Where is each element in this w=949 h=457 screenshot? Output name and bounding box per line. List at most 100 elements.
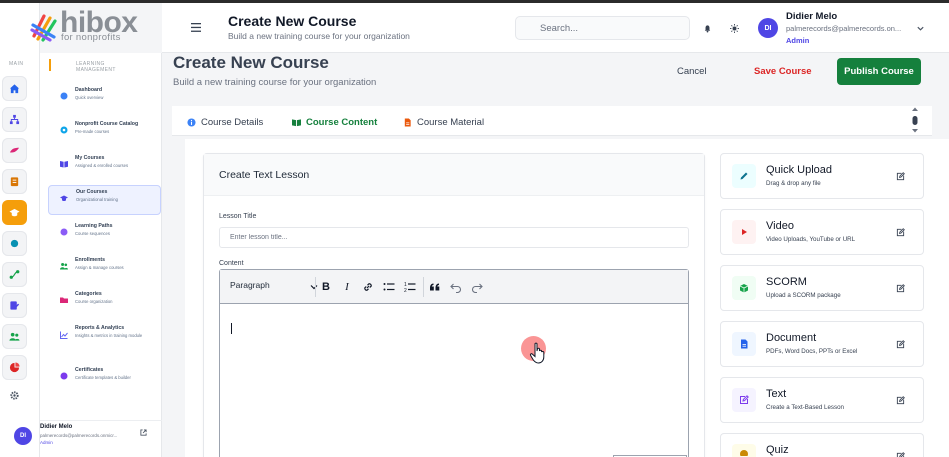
edit-icon[interactable]	[896, 340, 905, 349]
content-type-video[interactable]: Video Video Uploads, YouTube or URL	[720, 209, 924, 255]
content-type-title: Video	[766, 220, 794, 232]
rail-fundraising-button[interactable]	[2, 138, 27, 163]
rail-people-button[interactable]	[2, 324, 27, 349]
tab-course-material[interactable]: Course Material	[403, 114, 484, 130]
info-icon	[187, 117, 196, 127]
sidebar-item-certificates[interactable]: Certificates Certificate templates & bui…	[48, 363, 161, 393]
external-link-icon[interactable]	[140, 429, 147, 436]
content-type-scorm[interactable]: SCORM Upload a SCORM package	[720, 265, 924, 311]
rail-forms-button[interactable]	[2, 293, 27, 318]
block-format-select[interactable]: Paragraph	[230, 280, 318, 294]
gear-icon	[10, 391, 19, 400]
header-title: Create New Course	[228, 13, 357, 29]
content-type-subtitle: PDFs, Word Docs, PPTs or Excel	[766, 348, 858, 355]
redo-icon[interactable]	[471, 281, 483, 293]
clipboard-icon	[10, 177, 19, 187]
tab-course-details[interactable]: Course Details	[187, 114, 263, 130]
toolbar-divider	[423, 277, 424, 297]
undo-icon[interactable]	[450, 281, 462, 293]
content-type-title: Document	[766, 332, 817, 344]
edit-icon[interactable]	[896, 228, 905, 237]
sidebar-item-subtitle: Pre-made courses	[75, 129, 110, 134]
sidebar-item-title: Dashboard	[75, 87, 103, 93]
content-type-quick-upload[interactable]: Quick Upload Drag & drop any file	[720, 153, 924, 199]
sidebar-item-my-courses[interactable]: My Courses Assigned & enrolled courses	[48, 151, 161, 181]
block-format-value: Paragraph	[230, 280, 270, 290]
rail-docs-button[interactable]	[2, 169, 27, 194]
document-icon	[404, 117, 411, 127]
content-type-quiz[interactable]: Quiz	[720, 433, 924, 457]
sidebar-section-label: LEARNING MANAGEMENT	[76, 61, 116, 73]
lesson-title-label: Lesson Title	[219, 213, 257, 220]
sidebar-item-our-courses[interactable]: Our Courses Organizational training	[48, 185, 161, 215]
sidebar-item-subtitle: Assigned & enrolled courses	[75, 163, 129, 168]
tab-scroll-control[interactable]	[909, 106, 921, 136]
header-user-email: palmerecords@palmerecords.on...	[786, 24, 902, 33]
lesson-title-input[interactable]	[219, 227, 689, 248]
rail-analytics-button[interactable]	[2, 355, 27, 380]
users-icon	[9, 332, 20, 341]
sidebar-item-categories[interactable]: Categories Course organization	[48, 287, 161, 317]
link-icon[interactable]	[362, 281, 374, 293]
main-content: Create New Course Build a new training c…	[162, 53, 949, 457]
header-avatar[interactable]: DI	[758, 18, 778, 38]
content-type-title: Quiz	[766, 444, 789, 456]
toolbar-divider	[315, 277, 316, 297]
italic-icon[interactable]: I	[341, 281, 353, 293]
rail-home-button[interactable]	[2, 76, 27, 101]
sidebar-user-card[interactable]: DI Didier Melo palmerecords@palmerecords…	[14, 420, 162, 457]
form-edit-icon	[10, 301, 20, 310]
rail-org-button[interactable]	[2, 107, 27, 132]
graduation-cap-icon	[60, 195, 68, 202]
blockquote-icon[interactable]	[429, 281, 441, 293]
text-lesson-panel: Create Text Lesson Lesson Title Content …	[203, 153, 705, 457]
sidebar-item-learning-paths[interactable]: Learning Paths Course sequences	[48, 219, 161, 249]
sidebar-item-subtitle: Organizational training	[76, 197, 118, 202]
content-type-text[interactable]: Text Create a Text-Based Lesson	[720, 377, 924, 423]
rail-events-button[interactable]	[2, 231, 27, 256]
sidebar-item-reports[interactable]: Reports & Analytics Insights & metrics i…	[48, 321, 161, 357]
tab-label: Course Content	[306, 116, 378, 128]
rail-settings-button[interactable]	[2, 383, 27, 408]
edit-icon[interactable]	[896, 284, 905, 293]
book-icon	[60, 161, 68, 168]
cancel-button[interactable]: Cancel	[677, 63, 707, 80]
brand-logo[interactable]: hibox for nonprofits	[30, 6, 140, 44]
sidebar-item-title: My Courses	[75, 155, 105, 161]
pie-chart-icon	[9, 362, 20, 373]
rail-workflow-button[interactable]	[2, 262, 27, 287]
rail-learning-button[interactable]	[2, 200, 27, 225]
tab-course-content[interactable]: Course Content	[292, 114, 377, 130]
rich-text-editor[interactable]: Paragraph B I 12	[219, 269, 689, 457]
page-title: Create New Course	[173, 53, 329, 72]
search-input[interactable]	[515, 16, 690, 40]
edit-icon[interactable]	[896, 396, 905, 405]
sidebar-item-title: Learning Paths	[75, 223, 113, 229]
bullet-list-icon[interactable]	[383, 281, 395, 293]
sidebar-item-subtitle: Course organization	[75, 299, 113, 304]
pencil-icon	[732, 164, 756, 188]
menu-icon[interactable]	[191, 23, 201, 32]
bell-icon[interactable]	[703, 24, 712, 33]
theme-sun-icon[interactable]	[730, 24, 739, 33]
header-subtitle: Build a new training course for your org…	[228, 31, 410, 41]
publish-course-button[interactable]: Publish Course	[837, 58, 921, 85]
content-type-subtitle: Upload a SCORM package	[766, 292, 841, 299]
circle-icon	[10, 239, 19, 248]
header-user-role: Admin	[786, 36, 810, 45]
sidebar-item-dashboard[interactable]: Dashboard Quick overview	[48, 83, 161, 113]
content-type-document[interactable]: Document PDFs, Word Docs, PPTs or Excel	[720, 321, 924, 367]
chevron-down-icon[interactable]	[916, 24, 925, 33]
numbered-list-icon[interactable]: 12	[404, 281, 416, 293]
bold-icon[interactable]: B	[320, 281, 332, 293]
edit-icon[interactable]	[896, 172, 905, 181]
quiz-icon	[732, 444, 756, 457]
sidebar-item-title: Categories	[75, 291, 102, 297]
lesson-panel-header: Create Text Lesson	[204, 154, 704, 196]
edit-icon[interactable]	[896, 452, 905, 457]
save-course-button[interactable]: Save Course	[754, 63, 812, 80]
icon-rail: MAIN	[0, 3, 40, 457]
rail-section-label: MAIN	[9, 61, 24, 67]
sidebar-item-enrollments[interactable]: Enrollments Assign & manage courses	[48, 253, 161, 283]
sidebar-item-catalog[interactable]: Nonprofit Course Catalog Pre-made course…	[48, 117, 161, 147]
